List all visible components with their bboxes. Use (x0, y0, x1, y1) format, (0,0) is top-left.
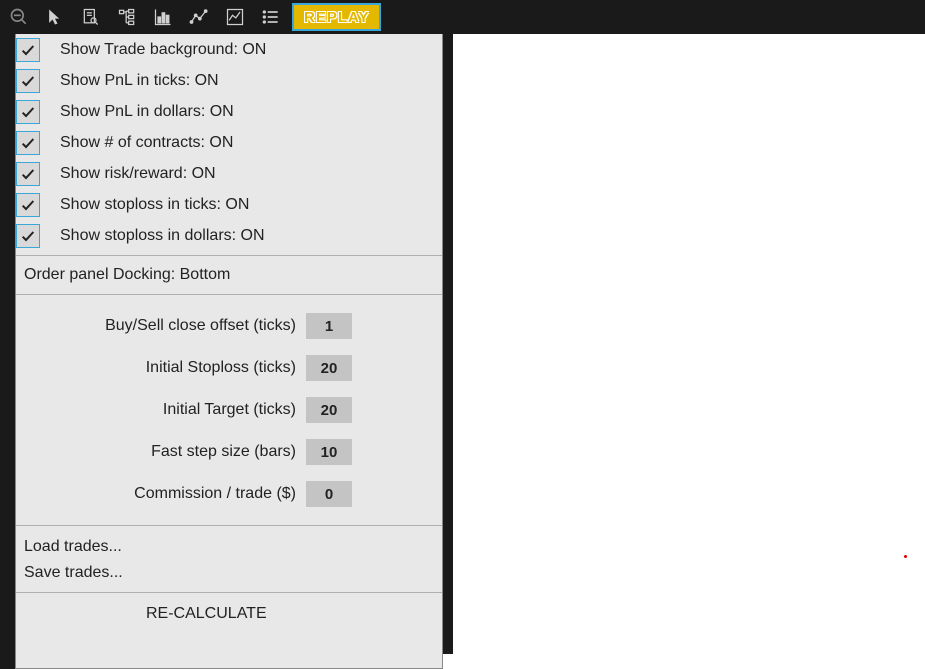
recalculate-item[interactable]: RE-CALCULATE (16, 593, 442, 635)
red-dot (904, 555, 907, 558)
fast-step-input[interactable] (306, 439, 352, 465)
file-actions-section: Load trades... Save trades... (16, 526, 442, 593)
commission-input[interactable] (306, 481, 352, 507)
replay-button[interactable]: REPLAY (292, 3, 381, 31)
show-stoploss-dollars-row: Show stoploss in dollars: ON (16, 220, 442, 251)
initial-stoploss-label: Initial Stoploss (ticks) (16, 359, 306, 377)
show-pnl-ticks-checkbox[interactable] (16, 69, 40, 93)
show-pnl-dollars-row: Show PnL in dollars: ON (16, 96, 442, 127)
show-pnl-dollars-checkbox[interactable] (16, 100, 40, 124)
bar-chart-icon[interactable] (146, 2, 180, 32)
close-offset-label: Buy/Sell close offset (ticks) (16, 317, 306, 335)
replay-label: REPLAY (304, 9, 369, 26)
numeric-section: Buy/Sell close offset (ticks) Initial St… (16, 295, 442, 526)
show-trade-background-checkbox[interactable] (16, 38, 40, 62)
line-chart-icon[interactable] (182, 2, 216, 32)
show-stoploss-ticks-row: Show stoploss in ticks: ON (16, 189, 442, 220)
load-trades-item[interactable]: Load trades... (24, 534, 442, 560)
fast-step-label: Fast step size (bars) (16, 443, 306, 461)
close-offset-row: Buy/Sell close offset (ticks) (16, 305, 442, 347)
commission-row: Commission / trade ($) (16, 473, 442, 515)
show-trade-background-row: Show Trade background: ON (16, 34, 442, 65)
docking-option[interactable]: Order panel Docking: Bottom (16, 256, 442, 295)
zoom-out-icon[interactable] (2, 2, 36, 32)
show-pnl-dollars-label: Show PnL in dollars: ON (60, 103, 234, 121)
settings-panel: Show Trade background: ON Show PnL in ti… (15, 34, 443, 669)
load-trades-label: Load trades... (24, 538, 122, 555)
show-pnl-ticks-row: Show PnL in ticks: ON (16, 65, 442, 96)
main-toolbar: REPLAY (0, 0, 925, 34)
initial-target-label: Initial Target (ticks) (16, 401, 306, 419)
show-stoploss-dollars-checkbox[interactable] (16, 224, 40, 248)
tree-icon[interactable] (110, 2, 144, 32)
fast-step-row: Fast step size (bars) (16, 431, 442, 473)
right-strip (443, 34, 453, 654)
show-risk-reward-label: Show risk/reward: ON (60, 165, 216, 183)
show-contracts-row: Show # of contracts: ON (16, 127, 442, 158)
initial-target-row: Initial Target (ticks) (16, 389, 442, 431)
document-search-icon[interactable] (74, 2, 108, 32)
show-trade-background-label: Show Trade background: ON (60, 41, 266, 59)
indicator-icon[interactable] (218, 2, 252, 32)
save-trades-label: Save trades... (24, 564, 123, 581)
show-risk-reward-row: Show risk/reward: ON (16, 158, 442, 189)
show-stoploss-ticks-checkbox[interactable] (16, 193, 40, 217)
list-icon[interactable] (254, 2, 288, 32)
close-offset-input[interactable] (306, 313, 352, 339)
initial-target-input[interactable] (306, 397, 352, 423)
show-stoploss-dollars-label: Show stoploss in dollars: ON (60, 227, 265, 245)
show-stoploss-ticks-label: Show stoploss in ticks: ON (60, 196, 249, 214)
show-contracts-label: Show # of contracts: ON (60, 134, 233, 152)
recalculate-label: RE-CALCULATE (146, 605, 267, 623)
initial-stoploss-row: Initial Stoploss (ticks) (16, 347, 442, 389)
save-trades-item[interactable]: Save trades... (24, 560, 442, 586)
docking-label: Order panel Docking: Bottom (24, 266, 230, 283)
show-risk-reward-checkbox[interactable] (16, 162, 40, 186)
cursor-icon[interactable] (38, 2, 72, 32)
show-pnl-ticks-label: Show PnL in ticks: ON (60, 72, 219, 90)
commission-label: Commission / trade ($) (16, 485, 306, 503)
show-contracts-checkbox[interactable] (16, 131, 40, 155)
initial-stoploss-input[interactable] (306, 355, 352, 381)
toggle-section: Show Trade background: ON Show PnL in ti… (16, 34, 442, 256)
left-strip (0, 34, 15, 669)
